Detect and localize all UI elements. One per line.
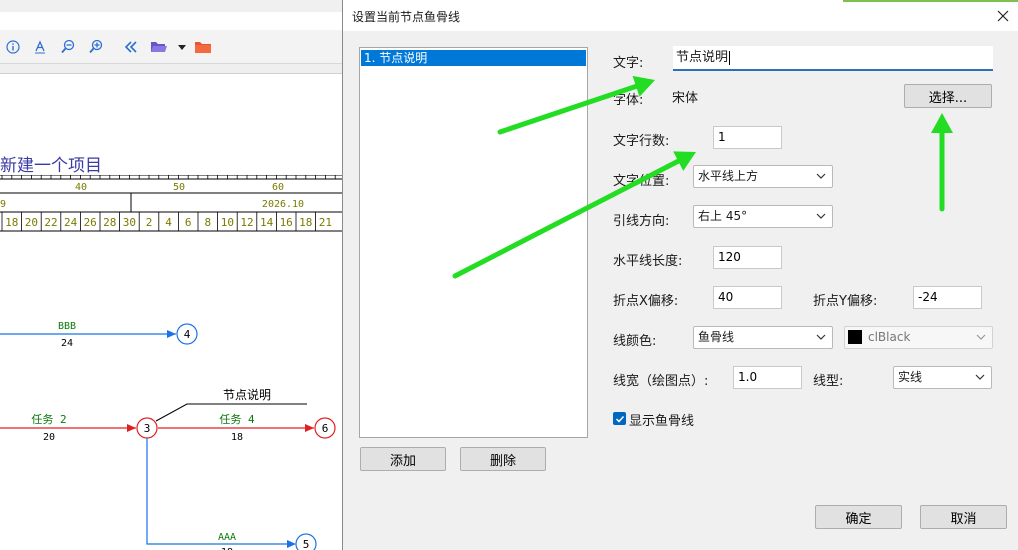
text-caret: [729, 50, 731, 65]
task-name: AAA: [218, 532, 236, 543]
chevron-down-icon: [975, 374, 985, 380]
cancel-button[interactable]: 取消: [920, 505, 1007, 529]
dialog-title: 设置当前节点鱼骨线: [352, 10, 461, 24]
fishbone-annotation: 节点说明: [223, 387, 271, 402]
horizontal-length-label: 水平线长度:: [613, 254, 683, 269]
line-color-source-value: 鱼骨线: [698, 330, 735, 344]
y-offset-input[interactable]: -24: [913, 286, 982, 309]
network-node-label: 6: [322, 422, 329, 435]
text-label: 文字:: [613, 56, 644, 71]
line-style-label: 线型:: [813, 374, 844, 389]
show-fishbone-checkbox[interactable]: [613, 412, 626, 425]
color-swatch: [848, 329, 862, 344]
chevron-down-icon: [816, 213, 826, 219]
window-edge-highlight: [843, 0, 1018, 2]
choose-font-button[interactable]: 选择...: [904, 84, 992, 108]
line-color-source-select[interactable]: 鱼骨线: [693, 326, 833, 349]
task-arrow-aaa: [146, 438, 290, 545]
fishbone-settings-dialog: 设置当前节点鱼骨线 1. 节点说明 添加 删除 文字: 节点说明 字体: 宋体 …: [342, 0, 1018, 550]
task-duration: 24: [61, 338, 73, 349]
font-label: 字体:: [613, 93, 644, 108]
background-app-window: 新建一个项目 40 50 60 9 2026.10 18 20 22 24 26 28 30 2 4 6 8 1…: [0, 0, 345, 550]
ok-button[interactable]: 确定: [815, 505, 902, 529]
leader-direction-select[interactable]: 右上 45°: [693, 205, 833, 228]
task-name: BBB: [58, 321, 76, 332]
line-color-label: 线颜色:: [613, 334, 657, 349]
add-button[interactable]: 添加: [360, 447, 446, 471]
position-label: 文字位置:: [613, 174, 670, 189]
line-color-select[interactable]: clBlack: [844, 326, 993, 349]
leader-direction-label: 引线方向:: [613, 214, 670, 229]
network-diagram: BBB244任务 2203节点说明任务 4186AAA185: [0, 321, 336, 550]
lines-input[interactable]: 1: [713, 126, 782, 149]
horizontal-length-input[interactable]: 120: [713, 246, 782, 269]
task-arrow-bbb-head: [167, 330, 176, 338]
chevron-down-icon: [816, 334, 826, 340]
task-name: 任务 4: [219, 413, 255, 426]
y-offset-label: 折点Y偏移:: [813, 294, 878, 309]
font-value: 宋体: [672, 91, 699, 106]
annotation-list[interactable]: 1. 节点说明: [359, 47, 588, 438]
delete-button[interactable]: 删除: [460, 447, 546, 471]
line-color-value: clBlack: [868, 330, 911, 344]
text-input-value: 节点说明: [676, 50, 729, 65]
x-offset-label: 折点X偏移:: [613, 294, 679, 309]
line-width-input[interactable]: 1.0: [733, 366, 802, 389]
lines-label: 文字行数:: [613, 134, 670, 149]
task-duration: 18: [231, 432, 243, 443]
line-style-value: 实线: [898, 370, 923, 384]
line-style-select[interactable]: 实线: [893, 366, 992, 389]
line-width-label: 线宽（绘图点）:: [613, 374, 709, 389]
leader-direction-value: 右上 45°: [698, 209, 748, 223]
check-icon: [615, 415, 624, 423]
chevron-down-icon: [816, 173, 826, 179]
task-arrow-2-head: [127, 424, 136, 432]
chevron-down-icon: [976, 334, 986, 340]
network-node-label: 5: [303, 538, 310, 550]
text-input[interactable]: 节点说明: [673, 46, 993, 71]
close-icon[interactable]: [991, 4, 1015, 28]
show-fishbone-label[interactable]: 显示鱼骨线: [629, 410, 694, 429]
position-select-value: 水平线上方: [698, 169, 759, 183]
task-arrow-4-head: [305, 424, 314, 432]
task-arrow-aaa-head: [287, 540, 296, 548]
network-node-label: 4: [184, 328, 191, 341]
x-offset-input[interactable]: 40: [713, 286, 782, 309]
network-node-label: 3: [144, 422, 151, 435]
task-name: 任务 2: [31, 413, 66, 426]
list-item[interactable]: 1. 节点说明: [361, 50, 586, 66]
dialog-titlebar: 设置当前节点鱼骨线: [343, 0, 1018, 31]
position-select[interactable]: 水平线上方: [693, 165, 833, 188]
task-duration: 20: [43, 432, 55, 443]
